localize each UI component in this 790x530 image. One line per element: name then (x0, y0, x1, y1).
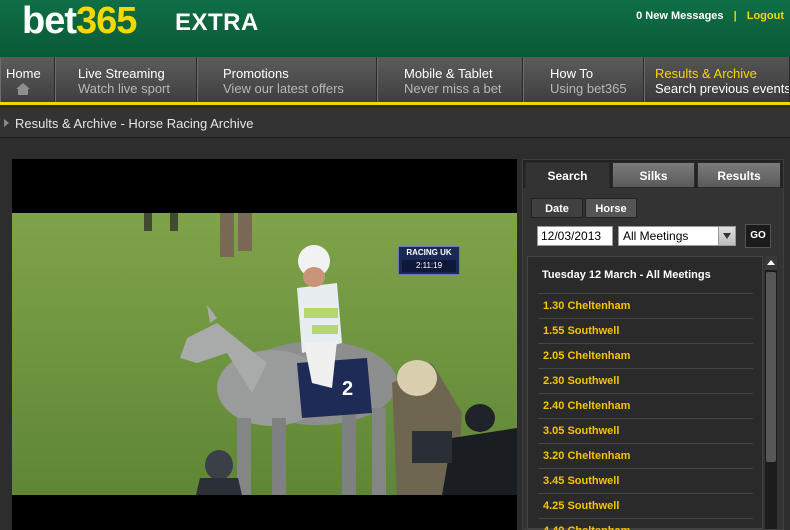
meeting-list-scrollbar[interactable] (765, 256, 777, 529)
list-item[interactable]: 1.30 Cheltenham (538, 293, 753, 318)
nav-item-subtitle: Using bet365 (550, 81, 627, 96)
list-item[interactable]: 3.20 Cheltenham (538, 443, 753, 468)
nav-item-results-archive[interactable]: Results & Archive Search previous events (644, 57, 790, 102)
list-item[interactable]: 2.40 Cheltenham (538, 393, 753, 418)
list-item[interactable]: 4.25 Southwell (538, 493, 753, 518)
chevron-down-icon[interactable] (718, 227, 735, 245)
home-icon (16, 83, 30, 95)
meeting-list-area: Tuesday 12 March - All Meetings 1.30 Che… (527, 256, 763, 530)
meeting-list-heading: Tuesday 12 March - All Meetings (542, 269, 711, 281)
subtab-horse[interactable]: Horse (585, 198, 637, 218)
meeting-select-value: All Meetings (623, 229, 689, 243)
channel-name: RACING UK (406, 248, 452, 257)
list-item[interactable]: 3.45 Southwell (538, 468, 753, 493)
nav-item-title: How To (550, 66, 594, 81)
search-panel: Date Horse 12/03/2013 All Meetings GO Tu… (523, 188, 783, 530)
brand-suffix: EXTRA (175, 9, 259, 36)
messages-link[interactable]: 0 New Messages (636, 10, 723, 22)
saddle-number: 2 (342, 378, 353, 400)
nav-item-subtitle: Search previous events (655, 81, 790, 96)
nav-item-how-to[interactable]: How To Using bet365 (523, 57, 644, 102)
nav-home-label: Home (6, 66, 41, 81)
meeting-select[interactable]: All Meetings (618, 226, 736, 246)
tab-results[interactable]: Results (697, 162, 781, 188)
breadcrumb: Results & Archive - Horse Racing Archive (15, 116, 254, 131)
nav-item-subtitle: Watch live sport (78, 81, 170, 96)
breadcrumb-bar: Results & Archive - Horse Racing Archive (0, 108, 790, 138)
link-separator: | (733, 10, 737, 22)
nav-item-subtitle: Never miss a bet (404, 81, 502, 96)
tab-search[interactable]: Search (525, 162, 610, 188)
list-item[interactable]: 4.40 Cheltenham (538, 518, 753, 530)
scroll-up-icon[interactable] (765, 256, 777, 270)
header: bet365 EXTRA 0 New Messages | Logout (0, 0, 790, 57)
account-links: 0 New Messages | Logout (636, 10, 784, 22)
list-item[interactable]: 2.30 Southwell (538, 368, 753, 393)
nav-item-mobile-tablet[interactable]: Mobile & Tablet Never miss a bet (377, 57, 523, 102)
date-field[interactable]: 12/03/2013 (537, 226, 613, 246)
brand-logo-part2: 365 (76, 0, 137, 42)
list-item[interactable]: 2.05 Cheltenham (538, 343, 753, 368)
nav-item-title: Promotions (223, 66, 289, 81)
breadcrumb-arrow-icon (4, 119, 9, 127)
nav-item-promotions[interactable]: Promotions View our latest offers (197, 57, 377, 102)
list-item[interactable]: 1.55 Southwell (538, 318, 753, 343)
tab-silks[interactable]: Silks (612, 162, 695, 188)
go-button[interactable]: GO (745, 224, 771, 248)
logout-link[interactable]: Logout (747, 10, 784, 22)
meeting-list: 1.30 Cheltenham 1.55 Southwell 2.05 Chel… (538, 293, 753, 530)
scrollbar-thumb[interactable] (766, 272, 776, 462)
brand-logo[interactable]: bet365 (22, 0, 137, 42)
subtab-date[interactable]: Date (531, 198, 583, 218)
video-timestamp: 2:11:19 (402, 260, 456, 272)
nav-item-title: Live Streaming (78, 66, 165, 81)
nav-item-title: Results & Archive (655, 66, 757, 81)
archive-panel: Search Silks Results Date Horse 12/03/20… (522, 159, 784, 530)
nav-item-home[interactable]: Home (0, 57, 55, 102)
video-player[interactable]: 2 RACING UK 2:11:19 (12, 159, 517, 530)
channel-bug: RACING UK 2:11:19 (398, 246, 460, 275)
main-nav: Home Live Streaming Watch live sport Pro… (0, 57, 790, 105)
nav-item-live-streaming[interactable]: Live Streaming Watch live sport (55, 57, 197, 102)
brand-logo-part1: bet (22, 0, 77, 42)
nav-item-title: Mobile & Tablet (404, 66, 493, 81)
list-item[interactable]: 3.05 Southwell (538, 418, 753, 443)
main-content: 2 RACING UK 2:11:19 Search Silks Results… (0, 139, 790, 530)
panel-tabs: Search Silks Results (523, 160, 783, 188)
nav-item-subtitle: View our latest offers (223, 81, 344, 96)
